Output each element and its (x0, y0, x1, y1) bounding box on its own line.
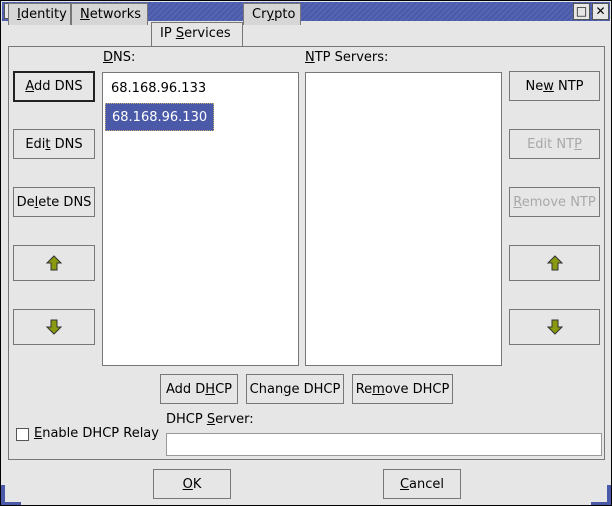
dns-list[interactable]: 68.168.96.133 68.168.96.130 (102, 72, 299, 366)
maximize-icon[interactable]: □ (573, 3, 590, 20)
dhcp-server-input[interactable] (166, 433, 602, 456)
arrow-up-icon (46, 255, 62, 271)
dhcp-server-label: DHCP Server: (166, 412, 254, 427)
enable-dhcp-relay-checkbox[interactable] (16, 428, 29, 441)
dns-move-up-button[interactable] (13, 245, 95, 281)
ntp-label: NTP Servers: (305, 50, 389, 65)
window-border-bottom-right (591, 502, 611, 505)
dns-list-item-selected[interactable]: 68.168.96.130 (105, 103, 215, 131)
new-ntp-button[interactable]: New NTP (509, 71, 600, 101)
tab-networks[interactable]: Networks (71, 3, 148, 25)
arrow-down-icon (546, 319, 563, 335)
dns-label: DNS: (103, 50, 136, 65)
tab-crypto[interactable]: Crypto (243, 3, 301, 25)
arrow-up-icon (546, 255, 563, 271)
tab-ip-services[interactable]: IP Services (151, 22, 243, 46)
change-dhcp-button[interactable]: Change DHCP (246, 374, 344, 404)
cancel-button[interactable]: Cancel (383, 469, 461, 499)
ntp-move-down-button[interactable] (509, 309, 600, 345)
ok-button[interactable]: OK (153, 469, 231, 499)
remove-ntp-button[interactable]: Remove NTP (509, 187, 600, 217)
enable-dhcp-relay-label[interactable]: Enable DHCP Relay (34, 426, 159, 441)
arrow-down-icon (46, 319, 62, 335)
close-icon[interactable]: ✕ (592, 3, 609, 20)
add-dhcp-button[interactable]: Add DHCP (160, 374, 238, 404)
ntp-list[interactable] (305, 72, 502, 366)
edit-dns-button[interactable]: Edit DNS (13, 129, 95, 159)
tab-identity[interactable]: Identity (8, 3, 71, 25)
delete-dns-button[interactable]: Delete DNS (13, 187, 95, 217)
add-dns-button[interactable]: Add DNS (13, 71, 95, 102)
remove-dhcp-button[interactable]: Remove DHCP (352, 374, 453, 404)
dns-list-item[interactable]: 68.168.96.133 (105, 75, 212, 103)
dialog-window: ⌄ SPM PEP Dialog □ ✕ Identity Networks I… (0, 0, 612, 506)
edit-ntp-button[interactable]: Edit NTP (509, 129, 600, 159)
ntp-move-up-button[interactable] (509, 245, 600, 281)
dns-move-down-button[interactable] (13, 309, 95, 345)
window-border-bottom-left (1, 502, 21, 505)
